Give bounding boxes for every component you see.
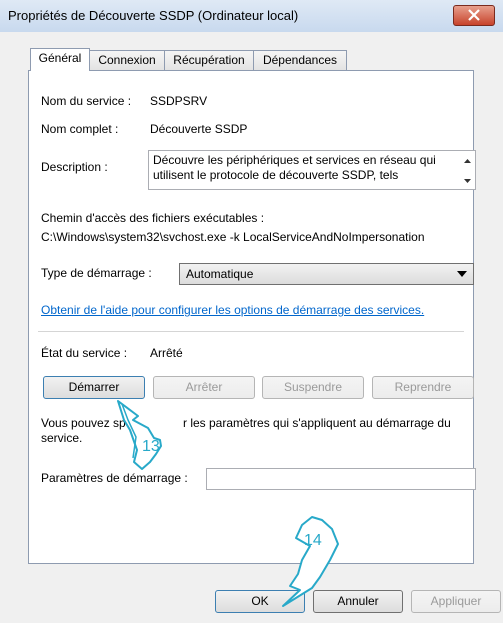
step-14-label: 14 bbox=[304, 532, 322, 549]
step-13-label: 13 bbox=[142, 438, 160, 455]
tab-general[interactable]: Général bbox=[30, 48, 90, 71]
annotation-overlay bbox=[117, 400, 339, 607]
pointer-arrow-14-icon bbox=[282, 516, 339, 607]
tab-general-label: Général bbox=[38, 51, 82, 65]
